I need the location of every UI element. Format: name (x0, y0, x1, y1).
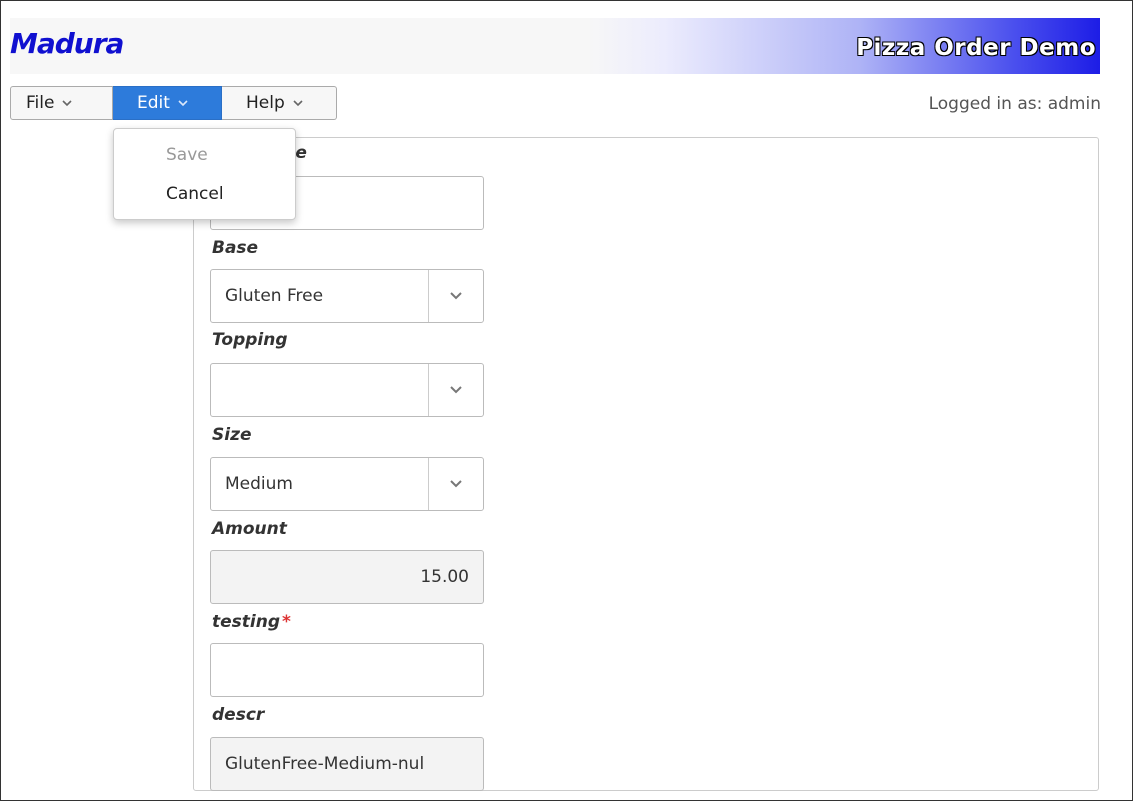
base-select-toggle[interactable] (428, 270, 483, 322)
edit-dropdown-menu: Save Cancel (113, 128, 296, 220)
app-title: Pizza Order Demo (856, 35, 1096, 61)
menubar: File Edit Help (10, 86, 337, 122)
topping-label: Topping (212, 330, 288, 350)
chevron-down-icon (450, 480, 462, 488)
size-label: Size (212, 425, 252, 445)
file-menu-label: File (26, 93, 55, 113)
topping-select-toggle[interactable] (428, 364, 483, 416)
help-menu-button[interactable]: Help (222, 86, 337, 120)
size-select[interactable]: Medium (210, 457, 484, 511)
menu-item-save[interactable]: Save (166, 145, 208, 165)
topping-select[interactable] (210, 363, 484, 417)
file-menu-button[interactable]: File (10, 86, 113, 120)
logged-in-status: Logged in as: admin (928, 94, 1101, 114)
amount-label: Amount (212, 519, 287, 539)
chevron-down-icon (62, 100, 73, 107)
chevron-down-icon (293, 100, 303, 107)
descr-field: GlutenFree-Medium-nul (210, 737, 484, 791)
descr-label: descr (212, 705, 265, 725)
amount-field: 15.00 (210, 550, 484, 604)
size-select-value: Medium (225, 474, 293, 494)
edit-menu-button[interactable]: Edit (113, 86, 222, 120)
topping-select-value (211, 364, 428, 416)
menu-item-cancel[interactable]: Cancel (166, 184, 224, 204)
chevron-down-icon (450, 386, 462, 394)
base-label: Base (212, 238, 259, 258)
app-header: Madura Pizza Order Demo (10, 18, 1100, 74)
testing-label-text: testing (212, 612, 280, 632)
required-indicator: * (282, 612, 291, 632)
edit-menu-label: Edit (137, 93, 170, 113)
testing-label: testing * (212, 612, 291, 632)
base-select[interactable]: Gluten Free (210, 269, 484, 323)
base-select-value: Gluten Free (225, 286, 324, 306)
help-menu-label: Help (246, 93, 285, 113)
testing-input[interactable] (210, 643, 484, 697)
size-select-toggle[interactable] (428, 458, 483, 510)
chevron-down-icon (178, 100, 188, 107)
chevron-down-icon (450, 292, 462, 300)
logo: Madura (10, 27, 124, 60)
